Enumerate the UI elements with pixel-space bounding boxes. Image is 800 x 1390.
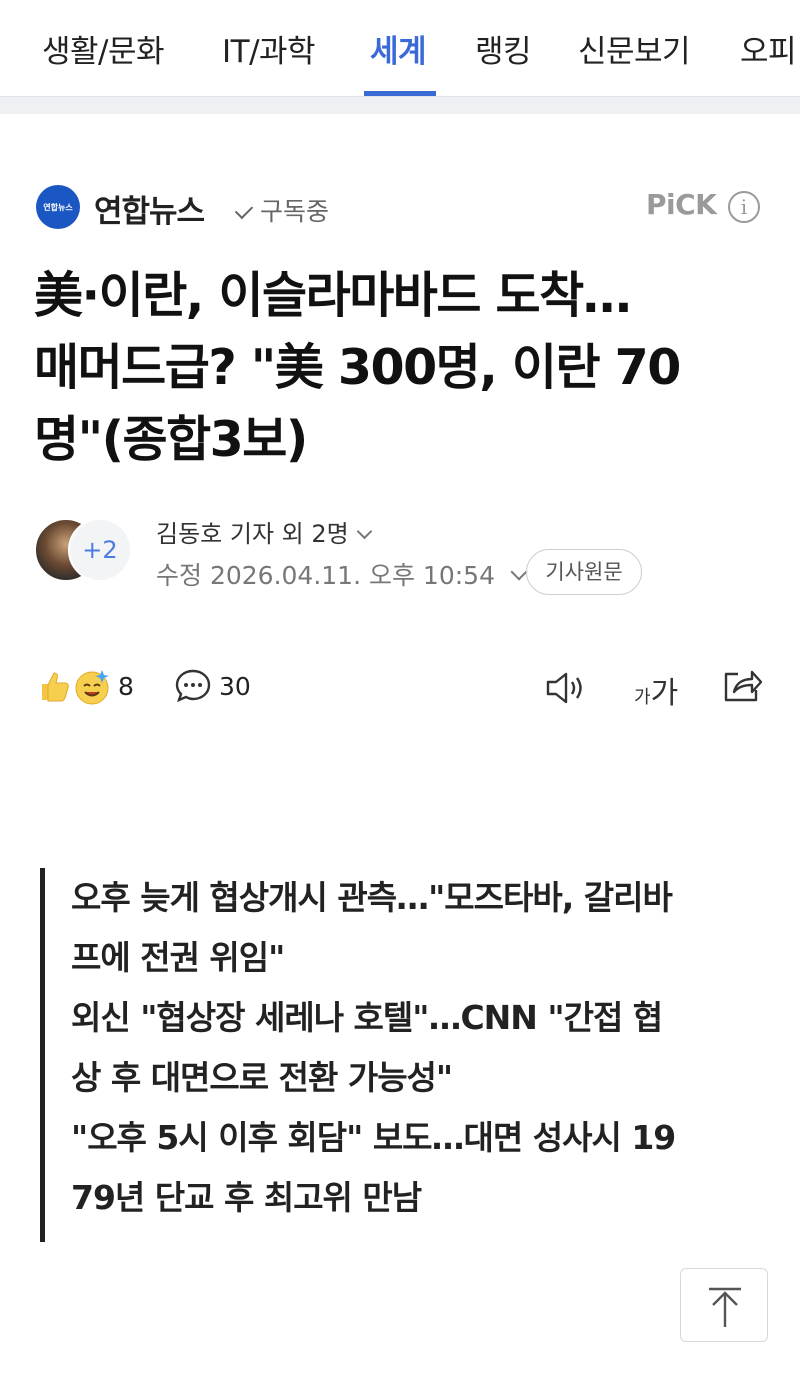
headline-line: 명"(종합3보) — [34, 411, 308, 468]
arrow-up-icon — [709, 1287, 741, 1327]
comment-count: 30 — [219, 672, 251, 701]
font-size-small-glyph: 가 — [634, 687, 651, 708]
tab-newspaper[interactable]: 신문보기 — [578, 26, 691, 71]
tab-opinion[interactable]: 오피 — [740, 26, 797, 71]
thumbs-up-emoji-icon[interactable] — [36, 668, 72, 704]
article-summary: 오후 늦게 협상개시 관측…"모즈타바, 갈리바 프에 전권 위임" 외신 "협… — [40, 868, 730, 1242]
chevron-down-icon — [510, 563, 528, 581]
summary-line: "오후 5시 이후 회담" 보도…대면 성사시 19 — [71, 1118, 676, 1157]
article-date[interactable]: 수정 2026.04.11. 오후 10:54 — [156, 556, 528, 592]
more-authors-badge[interactable]: +2 — [68, 518, 132, 582]
press-header: 연합뉴스 연합뉴스 구독중 PiCK i — [36, 184, 764, 230]
share-icon[interactable] — [720, 666, 764, 706]
summary-line: 오후 늦게 협상개시 관측…"모즈타바, 갈리바 — [71, 878, 673, 917]
section-divider — [0, 96, 800, 114]
article-headline: 美·이란, 이슬라마바드 도착… 매머드급? "美 300명, 이란 70 명"… — [34, 260, 764, 476]
summary-line: 상 후 대면으로 전환 가능성" — [71, 1058, 453, 1097]
reaction-count: 8 — [118, 672, 134, 701]
summary-line: 79년 단교 후 최고위 만남 — [71, 1178, 422, 1217]
check-icon — [234, 200, 254, 220]
byline-text: 김동호 기자 외 2명 — [156, 520, 349, 548]
press-name[interactable]: 연합뉴스 — [94, 186, 205, 231]
tab-life-culture[interactable]: 생활/문화 — [42, 26, 165, 71]
author-byline[interactable]: 김동호 기자 외 2명 — [156, 514, 372, 549]
font-size-icon[interactable]: 가가 — [634, 668, 678, 712]
original-article-button[interactable]: 기사원문 — [526, 549, 642, 595]
headline-line: 美·이란, 이슬라마바드 도착… — [34, 267, 632, 324]
date-text: 수정 2026.04.11. 오후 10:54 — [156, 561, 495, 590]
font-size-large-glyph: 가 — [650, 676, 679, 711]
category-tab-bar: 생활/문화 IT/과학 세계 랭킹 신문보기 오피 — [0, 0, 800, 96]
pick-badge: PiCK — [646, 188, 717, 221]
chevron-down-icon — [356, 523, 372, 540]
headline-line: 매머드급? "美 300명, 이란 70 — [34, 339, 681, 396]
tab-world[interactable]: 세계 — [370, 26, 427, 71]
comment-icon[interactable] — [174, 668, 212, 704]
tab-it-science[interactable]: IT/과학 — [222, 26, 316, 71]
info-icon[interactable]: i — [728, 191, 760, 223]
speaker-icon[interactable] — [544, 670, 588, 706]
press-logo[interactable]: 연합뉴스 — [36, 185, 80, 229]
subscribe-label: 구독중 — [260, 197, 330, 226]
summary-line: 프에 전권 위임" — [71, 938, 285, 977]
subscribe-button[interactable]: 구독중 — [234, 192, 330, 228]
scroll-to-top-button[interactable] — [680, 1268, 768, 1342]
tab-ranking[interactable]: 랭킹 — [475, 26, 532, 71]
smile-emoji-icon[interactable] — [72, 666, 112, 706]
article-action-bar: 8 30 가가 — [36, 662, 766, 714]
summary-line: 외신 "협상장 세레나 호텔"…CNN "간접 협 — [71, 998, 663, 1037]
